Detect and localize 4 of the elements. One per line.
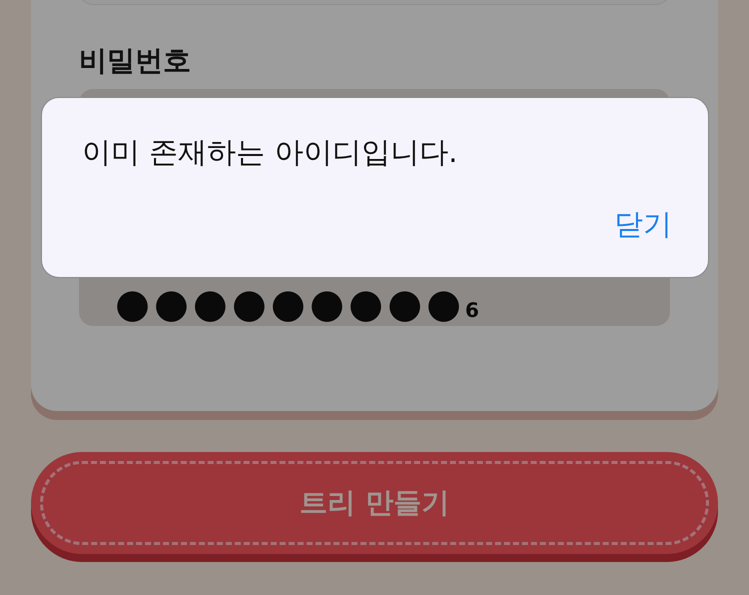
password-label: 비밀번호 <box>79 43 192 79</box>
alert-message: 이미 존재하는 아이디입니다. <box>82 134 459 171</box>
create-tree-button[interactable]: 트리 만들기 <box>31 452 718 554</box>
close-button[interactable]: 닫기 <box>614 204 672 244</box>
